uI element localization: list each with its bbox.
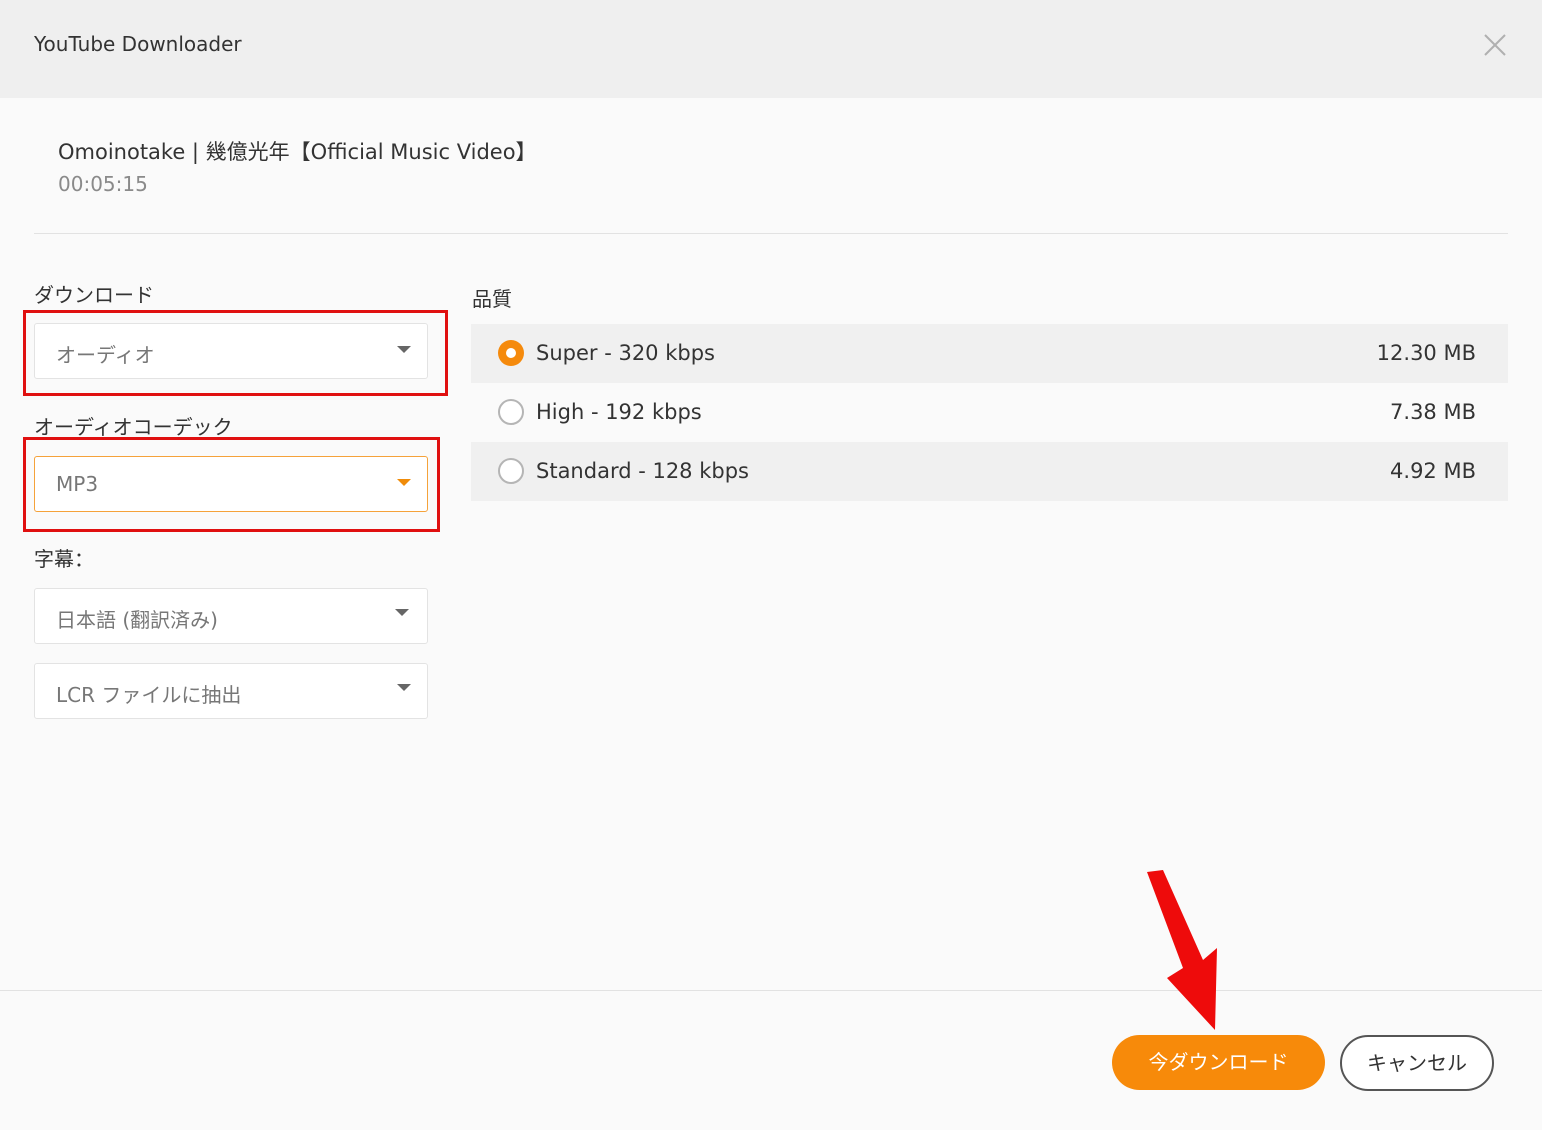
audio-codec-select[interactable]: MP3 bbox=[34, 456, 428, 512]
subtitle-language-select[interactable]: 日本語 (翻訳済み) bbox=[34, 588, 428, 644]
subtitles-label: 字幕： bbox=[34, 547, 94, 571]
annotation-arrow-icon bbox=[1147, 870, 1217, 1030]
download-type-value: オーディオ bbox=[56, 343, 155, 367]
download-type-label: ダウンロード bbox=[34, 283, 154, 307]
quality-option-size: 7.38 MB bbox=[1390, 400, 1476, 424]
close-icon[interactable] bbox=[1482, 32, 1508, 58]
video-duration: 00:05:15 bbox=[58, 172, 148, 196]
window-title: YouTube Downloader bbox=[34, 32, 242, 56]
cancel-button[interactable]: キャンセル bbox=[1340, 1035, 1494, 1091]
audio-codec-value: MP3 bbox=[56, 472, 99, 496]
subtitle-extract-value: LCR ファイルに抽出 bbox=[56, 683, 242, 707]
radio-checked-icon[interactable] bbox=[498, 340, 524, 366]
divider bbox=[34, 233, 1508, 234]
quality-option-label: Standard - 128 kbps bbox=[536, 459, 749, 483]
subtitle-language-value: 日本語 (翻訳済み) bbox=[56, 608, 218, 632]
download-now-button[interactable]: 今ダウンロード bbox=[1112, 1035, 1325, 1090]
video-title: Omoinotake | 幾億光年【Official Music Video】 bbox=[58, 140, 537, 164]
footer-divider bbox=[0, 990, 1542, 991]
quality-option-standard[interactable]: Standard - 128 kbps 4.92 MB bbox=[471, 442, 1508, 501]
quality-option-high[interactable]: High - 192 kbps 7.38 MB bbox=[471, 383, 1508, 442]
chevron-down-icon bbox=[397, 346, 411, 353]
quality-option-label: Super - 320 kbps bbox=[536, 341, 715, 365]
chevron-down-icon bbox=[397, 684, 411, 691]
quality-option-label: High - 192 kbps bbox=[536, 400, 702, 424]
subtitle-extract-select[interactable]: LCR ファイルに抽出 bbox=[34, 663, 428, 719]
quality-label: 品質 bbox=[472, 287, 512, 311]
quality-option-super[interactable]: Super - 320 kbps 12.30 MB bbox=[471, 324, 1508, 383]
quality-option-size: 12.30 MB bbox=[1376, 341, 1476, 365]
download-type-select[interactable]: オーディオ bbox=[34, 323, 428, 379]
radio-unchecked-icon[interactable] bbox=[498, 458, 524, 484]
chevron-down-icon bbox=[395, 609, 409, 616]
quality-option-size: 4.92 MB bbox=[1390, 459, 1476, 483]
audio-codec-label: オーディオコーデック bbox=[34, 415, 233, 439]
title-bar: YouTube Downloader bbox=[0, 0, 1542, 98]
radio-unchecked-icon[interactable] bbox=[498, 399, 524, 425]
chevron-down-icon bbox=[397, 479, 411, 486]
youtube-downloader-dialog: YouTube Downloader Omoinotake | 幾億光年【Off… bbox=[0, 0, 1542, 1130]
